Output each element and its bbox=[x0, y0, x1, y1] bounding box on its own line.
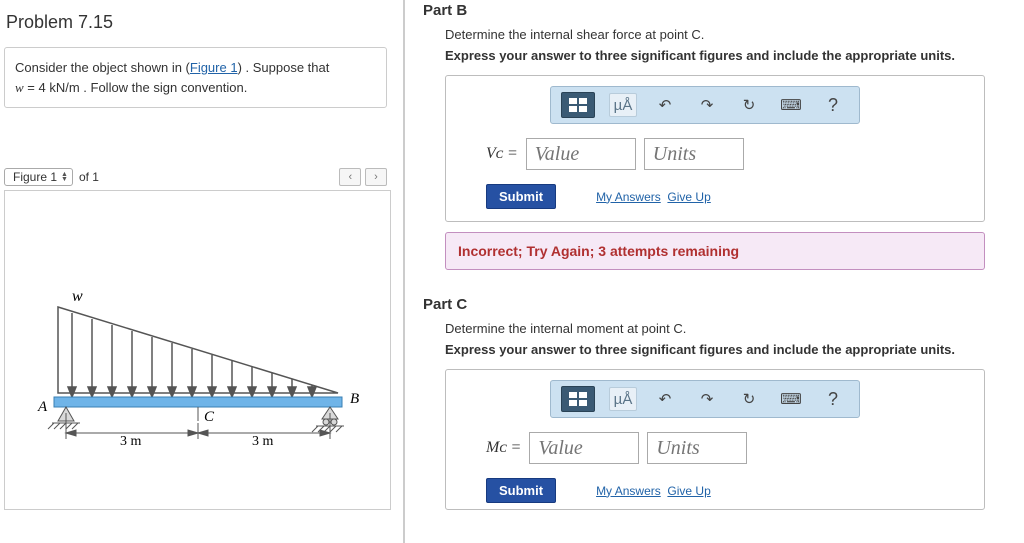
my-answers-link[interactable]: My Answers bbox=[596, 190, 661, 204]
undo-button[interactable]: ↶ bbox=[651, 93, 679, 117]
my-answers-link[interactable]: My Answers bbox=[596, 484, 661, 498]
redo-button[interactable]: ↷ bbox=[693, 93, 721, 117]
part-c: Part C Determine the internal moment at … bbox=[423, 296, 1016, 510]
give-up-link[interactable]: Give Up bbox=[667, 190, 710, 204]
vc-label: Vᴄ = bbox=[486, 145, 518, 163]
templates-button[interactable] bbox=[561, 386, 595, 412]
desc-text: Consider the object shown in ( bbox=[15, 60, 190, 75]
var-w: w bbox=[15, 80, 24, 95]
label-A: A bbox=[37, 399, 48, 415]
part-c-equation-row: Mᴄ = bbox=[486, 432, 970, 464]
problem-title: Problem 7.15 bbox=[6, 12, 391, 33]
label-w: w bbox=[72, 288, 83, 305]
part-b-instruction: Determine the internal shear force at po… bbox=[445, 27, 1016, 42]
mc-units-input[interactable] bbox=[647, 432, 747, 464]
right-panel: Part B Determine the internal shear forc… bbox=[405, 0, 1024, 543]
part-b-submit-row: Submit My Answers Give Up bbox=[486, 184, 970, 209]
figure-selector[interactable]: Figure 1 ▲▼ bbox=[4, 168, 73, 186]
part-c-instruction: Determine the internal moment at point C… bbox=[445, 321, 1016, 336]
reset-button[interactable]: ↻ bbox=[735, 93, 763, 117]
answer-toolbar: µÅ ↶ ↷ ↻ ⌨ ? bbox=[550, 380, 860, 418]
part-b-error: Incorrect; Try Again; 3 attempts remaini… bbox=[445, 232, 985, 270]
part-c-submit-row: Submit My Answers Give Up bbox=[486, 478, 970, 503]
help-button[interactable]: ? bbox=[819, 93, 847, 117]
redo-button[interactable]: ↷ bbox=[693, 387, 721, 411]
figure-display: w A bbox=[4, 190, 391, 510]
label-C: C bbox=[204, 409, 215, 425]
next-figure-button[interactable]: › bbox=[365, 168, 387, 186]
figure-count: of 1 bbox=[79, 170, 99, 184]
prev-figure-button[interactable]: ‹ bbox=[339, 168, 361, 186]
part-c-answer-box: µÅ ↶ ↷ ↻ ⌨ ? Mᴄ = Submit My Answers Give… bbox=[445, 369, 985, 510]
mc-value-input[interactable] bbox=[529, 432, 639, 464]
give-up-link[interactable]: Give Up bbox=[667, 484, 710, 498]
reset-button[interactable]: ↻ bbox=[735, 387, 763, 411]
stepper-icon[interactable]: ▲▼ bbox=[61, 172, 68, 182]
left-panel: Problem 7.15 Consider the object shown i… bbox=[0, 0, 405, 543]
part-b-equation-row: Vᴄ = bbox=[486, 138, 970, 170]
units-button[interactable]: µÅ bbox=[609, 387, 637, 411]
part-b-links: My Answers Give Up bbox=[596, 190, 711, 204]
units-button[interactable]: µÅ bbox=[609, 93, 637, 117]
part-c-title: Part C bbox=[423, 296, 1016, 313]
eq-text: = 4 kN/m bbox=[24, 80, 80, 95]
vc-units-input[interactable] bbox=[644, 138, 744, 170]
answer-toolbar: µÅ ↶ ↷ ↻ ⌨ ? bbox=[550, 86, 860, 124]
templates-button[interactable] bbox=[561, 92, 595, 118]
keyboard-button[interactable]: ⌨ bbox=[777, 93, 805, 117]
part-b-answer-box: µÅ ↶ ↷ ↻ ⌨ ? Vᴄ = Submit My Answers Give… bbox=[445, 75, 985, 222]
vc-value-input[interactable] bbox=[526, 138, 636, 170]
beam-diagram: w A bbox=[18, 285, 378, 465]
undo-button[interactable]: ↶ bbox=[651, 387, 679, 411]
desc-text: ) . Suppose that bbox=[238, 60, 330, 75]
problem-description: Consider the object shown in (Figure 1) … bbox=[4, 47, 387, 108]
keyboard-button[interactable]: ⌨ bbox=[777, 387, 805, 411]
part-b-submit-button[interactable]: Submit bbox=[486, 184, 556, 209]
figure-selector-label: Figure 1 bbox=[13, 170, 57, 184]
help-button[interactable]: ? bbox=[819, 387, 847, 411]
label-B: B bbox=[350, 391, 359, 407]
part-c-links: My Answers Give Up bbox=[596, 484, 711, 498]
part-c-instruction2: Express your answer to three significant… bbox=[445, 342, 1016, 357]
part-b-title: Part B bbox=[423, 2, 1016, 19]
mc-label: Mᴄ = bbox=[486, 439, 521, 457]
part-b: Part B Determine the internal shear forc… bbox=[423, 2, 1016, 270]
part-c-submit-button[interactable]: Submit bbox=[486, 478, 556, 503]
dim-left: 3 m bbox=[120, 434, 142, 449]
part-b-instruction2: Express your answer to three significant… bbox=[445, 48, 1016, 63]
figure-navigation: Figure 1 ▲▼ of 1 ‹ › bbox=[4, 168, 387, 186]
figure-link[interactable]: Figure 1 bbox=[190, 60, 238, 75]
dim-right: 3 m bbox=[252, 434, 274, 449]
desc-text: . Follow the sign convention. bbox=[80, 80, 248, 95]
